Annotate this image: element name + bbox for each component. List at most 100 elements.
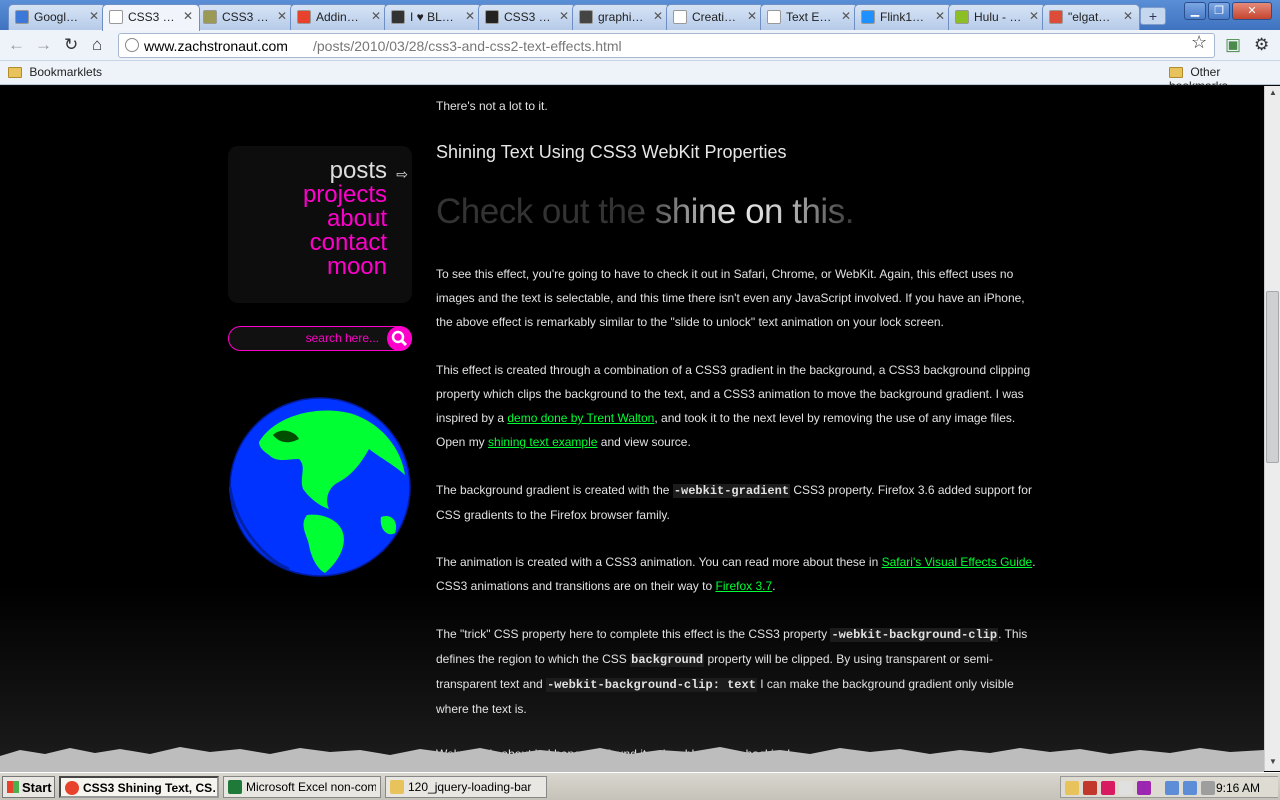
- wrench-icon[interactable]: ⚙: [1254, 35, 1269, 55]
- start-button[interactable]: Start: [2, 776, 55, 798]
- windows-logo-icon: [7, 781, 19, 793]
- minimize-button[interactable]: ▁: [1184, 2, 1206, 20]
- new-tab-button[interactable]: +: [1140, 7, 1166, 25]
- scroll-thumb[interactable]: [1266, 291, 1279, 463]
- home-icon[interactable]: ⌂: [92, 35, 102, 55]
- taskbar-button[interactable]: Microsoft Excel non-com…: [223, 776, 381, 798]
- reload-icon[interactable]: ↻: [64, 35, 78, 55]
- excel-icon: [228, 780, 242, 794]
- google-icon: [15, 10, 29, 24]
- safari-visual-effects-link[interactable]: Safari's Visual Effects Guide: [882, 555, 1033, 569]
- bookmark-star-icon[interactable]: ☆: [1191, 32, 1207, 53]
- paragraph-text: The animation is created with a CSS3 ani…: [436, 555, 882, 569]
- network-icon[interactable]: [1183, 781, 1197, 795]
- browser-tab[interactable]: "elgat… ✕: [1042, 4, 1140, 30]
- tab-title: Hulu - …: [974, 10, 1022, 24]
- maximize-button[interactable]: ❐: [1208, 2, 1230, 20]
- search-icon: [391, 330, 408, 347]
- tab-title: "elgat…: [1068, 10, 1111, 24]
- nav-link-moon[interactable]: moon: [327, 255, 387, 279]
- address-bar[interactable]: www.zachstronaut.com /posts/2010/03/28/c…: [118, 33, 1215, 58]
- tab-close-icon[interactable]: ✕: [747, 9, 757, 23]
- tab-close-icon[interactable]: ✕: [465, 9, 475, 23]
- bookmarklets-folder[interactable]: Bookmarklets: [8, 65, 102, 79]
- tray-app-icon[interactable]: [1083, 781, 1097, 795]
- tab-title: Googl…: [34, 10, 79, 24]
- globe-icon: [125, 38, 139, 52]
- system-tray: 9:16 AM: [1060, 776, 1278, 798]
- tab-close-icon[interactable]: ✕: [653, 9, 663, 23]
- browser-tab[interactable]: Creati… ✕: [666, 4, 764, 30]
- tab-close-icon[interactable]: ✕: [371, 9, 381, 23]
- tab-title: graphi…: [598, 10, 644, 24]
- tab-close-icon[interactable]: ✕: [89, 9, 99, 23]
- folder-icon: [8, 67, 22, 79]
- ninja-icon: [391, 10, 405, 24]
- browser-tab[interactable]: CSS3 … ✕: [102, 4, 200, 31]
- tab-close-icon[interactable]: ✕: [277, 9, 287, 23]
- tray-app-icon[interactable]: [1101, 781, 1115, 795]
- search-button[interactable]: [387, 326, 412, 351]
- search-input[interactable]: [239, 330, 381, 346]
- taskbar-button[interactable]: 120_jquery-loading-bar: [385, 776, 547, 798]
- page-icon: [767, 10, 781, 24]
- tab-title: Creati…: [692, 10, 737, 24]
- paragraph-text: The background gradient is created with …: [436, 483, 673, 497]
- paragraph-3: The background gradient is created with …: [436, 478, 1036, 527]
- taskbar-button-label: Microsoft Excel non-com…: [246, 780, 376, 794]
- hulu-icon: [955, 10, 969, 24]
- close-window-button[interactable]: ✕: [1232, 2, 1272, 20]
- browser-tab[interactable]: Flink1… ✕: [854, 4, 952, 30]
- scroll-up-icon[interactable]: ▲: [1267, 88, 1279, 100]
- paragraph-1: To see this effect, you're going to have…: [436, 267, 1025, 329]
- firefox-link[interactable]: Firefox 3.7: [715, 579, 772, 593]
- tab-close-icon[interactable]: ✕: [1123, 9, 1133, 23]
- tab-close-icon[interactable]: ✕: [841, 9, 851, 23]
- browser-tab[interactable]: graphi… ✕: [572, 4, 670, 30]
- scroll-down-icon[interactable]: ▼: [1267, 757, 1279, 769]
- taskbar-button-label: 120_jquery-loading-bar: [408, 780, 532, 794]
- browser-tab[interactable]: CSS3 … ✕: [478, 4, 576, 30]
- browser-tab[interactable]: Googl… ✕: [8, 4, 106, 30]
- arrow-right-icon: ⇨: [396, 166, 408, 182]
- tab-close-icon[interactable]: ✕: [1029, 9, 1039, 23]
- browser-tab[interactable]: CSS3 … ✕: [196, 4, 294, 30]
- forward-icon[interactable]: →: [35, 35, 52, 55]
- vertical-scrollbar[interactable]: ▲ ▼: [1264, 86, 1280, 771]
- shining-text-example-link[interactable]: shining text example: [488, 435, 597, 449]
- browser-tab[interactable]: I ♥ BL… ✕: [384, 4, 482, 30]
- tab-title: I ♥ BL…: [410, 10, 454, 24]
- code-snippet: -webkit-gradient: [672, 484, 791, 498]
- section-heading: Shining Text Using CSS3 WebKit Propertie…: [436, 142, 787, 162]
- browser-tab[interactable]: Text E… ✕: [760, 4, 858, 30]
- nav-link-posts[interactable]: posts: [330, 159, 387, 183]
- tab-title: Addin…: [316, 10, 359, 24]
- tab-close-icon[interactable]: ✕: [183, 9, 193, 23]
- paragraph-5: The "trick" CSS property here to complet…: [436, 622, 1036, 721]
- code-snippet: -webkit-background-clip: [830, 628, 999, 642]
- tray-app-icon[interactable]: [1119, 781, 1133, 795]
- chrome-icon: [65, 781, 79, 795]
- volume-icon[interactable]: [1201, 781, 1215, 795]
- tab-close-icon[interactable]: ✕: [935, 9, 945, 23]
- taskbar-button[interactable]: CSS3 Shining Text, CS…: [59, 776, 219, 798]
- tray-app-icon[interactable]: [1137, 781, 1151, 795]
- back-icon[interactable]: ←: [8, 35, 25, 55]
- nav-link-contact[interactable]: contact: [310, 231, 387, 255]
- browser-tab[interactable]: Hulu - … ✕: [948, 4, 1046, 30]
- asterisk-icon: [297, 10, 311, 24]
- network-icon[interactable]: [1165, 781, 1179, 795]
- url-path: /posts/2010/03/28/css3-and-css2-text-eff…: [313, 38, 622, 54]
- start-label: Start: [22, 780, 52, 795]
- tab-title: CSS3 …: [222, 10, 269, 24]
- tab-close-icon[interactable]: ✕: [559, 9, 569, 23]
- nav-link-projects[interactable]: projects: [303, 183, 387, 207]
- g-icon: [579, 10, 593, 24]
- nav-link-about[interactable]: about: [327, 207, 387, 231]
- tray-app-icon[interactable]: [1065, 781, 1079, 795]
- trent-walton-demo-link[interactable]: demo done by Trent Walton: [507, 411, 654, 425]
- clock: 9:16 AM: [1215, 781, 1260, 795]
- page-menu-icon[interactable]: ▣: [1225, 35, 1241, 55]
- browser-tab[interactable]: Addin… ✕: [290, 4, 388, 30]
- tab-title: CSS3 …: [504, 10, 551, 24]
